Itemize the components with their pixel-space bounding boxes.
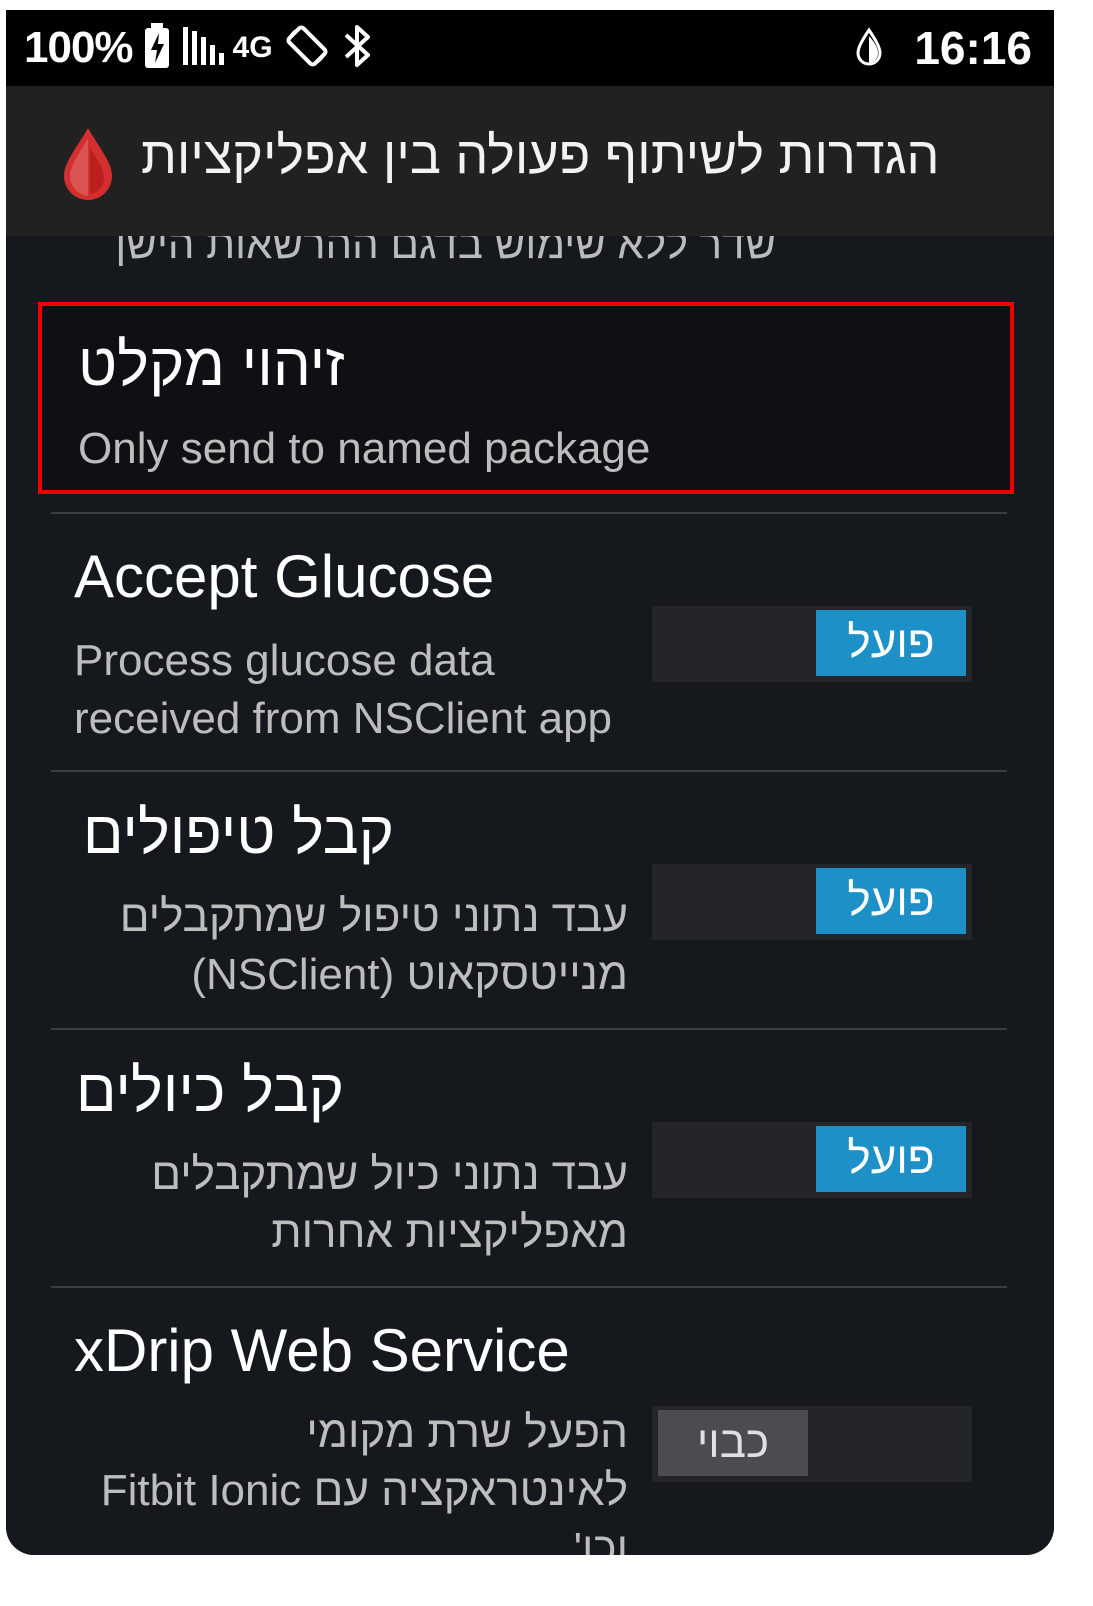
summary-line: וכו' [573, 1524, 628, 1555]
preference-title: זיהוי מקלט [78, 331, 345, 398]
summary-line: מנייטסקאוט (NSClient) [191, 950, 628, 999]
toggle-thumb: פועל [816, 610, 966, 676]
accept-calibrations-toggle[interactable]: פועל [652, 1122, 972, 1198]
battery-charging-icon [143, 22, 171, 74]
partial-preference-summary: שדר ללא שימוש בדגם ההרשאות הישן [115, 236, 776, 267]
xdrip-web-service-toggle[interactable]: כבוי [652, 1406, 972, 1482]
status-bar: 100% 4G 16:16 [6, 10, 1054, 86]
bluetooth-icon [341, 21, 375, 76]
preferences-list[interactable]: שדר ללא שימוש בדגם ההרשאות הישן זיהוי מק… [6, 236, 1054, 1555]
preference-title-accept-glucose[interactable]: Accept Glucose [74, 542, 494, 611]
clock: 16:16 [914, 22, 1032, 74]
accept-glucose-toggle[interactable]: פועל [652, 606, 972, 682]
preference-summary-accept-glucose: Process glucose data received from NSCli… [74, 632, 612, 748]
divider [51, 1286, 1007, 1288]
summary-line: הפעל שרת מקומי [306, 1408, 628, 1457]
summary-line: עבד נתוני כיול שמתקבלים [151, 1150, 628, 1199]
status-left: 100% 4G [24, 20, 375, 76]
blood-drop-icon [56, 124, 120, 209]
preference-summary: Only send to named package [78, 424, 651, 473]
preference-summary-accept-calibrations: עבד נתוני כיול שמתקבלים מאפליקציות אחרות [74, 1146, 628, 1262]
data-saver-icon [854, 26, 884, 71]
battery-percent: 100% [24, 23, 134, 72]
signal-icon [181, 23, 227, 74]
auto-rotate-icon [283, 22, 331, 75]
network-type: 4G [232, 31, 273, 64]
preference-title-xdrip-web-service[interactable]: xDrip Web Service [74, 1316, 570, 1385]
preference-summary-accept-treatments: עבד נתוני טיפול שמתקבלים מנייטסקאוט (NSC… [74, 888, 628, 1004]
summary-line: עבד נתוני טיפול שמתקבלים [119, 892, 628, 941]
app-bar: הגדרות לשיתוף פעולה בין אפליקציות [6, 86, 1054, 236]
toggle-thumb: פועל [816, 868, 966, 934]
divider [51, 770, 1007, 772]
summary-line: received from NSClient app [74, 694, 613, 743]
divider [51, 512, 1007, 514]
accept-treatments-toggle[interactable]: פועל [652, 864, 972, 940]
page-title: הגדרות לשיתוף פעולה בין אפליקציות [141, 127, 940, 185]
summary-line: מאפליקציות אחרות [271, 1208, 628, 1257]
preference-title-accept-calibrations[interactable]: קבל כיולים [74, 1056, 344, 1125]
toggle-thumb: כבוי [658, 1410, 808, 1476]
preference-item-receiver-id[interactable]: זיהוי מקלט Only send to named package [38, 302, 1014, 494]
divider [51, 1028, 1007, 1030]
summary-line: לאינטראקציה עם Fitbit Ionic [100, 1466, 628, 1515]
preference-summary-xdrip-web-service: הפעל שרת מקומי לאינטראקציה עם Fitbit Ion… [74, 1404, 628, 1555]
summary-line: Process glucose data [74, 636, 495, 685]
toggle-thumb: פועל [816, 1126, 966, 1192]
status-right: 16:16 [854, 20, 1032, 76]
phone-screen: 100% 4G 16:16 הגדרות לשיתוף פעולה בין אפ… [6, 10, 1054, 1555]
preference-title-accept-treatments[interactable]: קבל טיפולים [74, 798, 394, 867]
